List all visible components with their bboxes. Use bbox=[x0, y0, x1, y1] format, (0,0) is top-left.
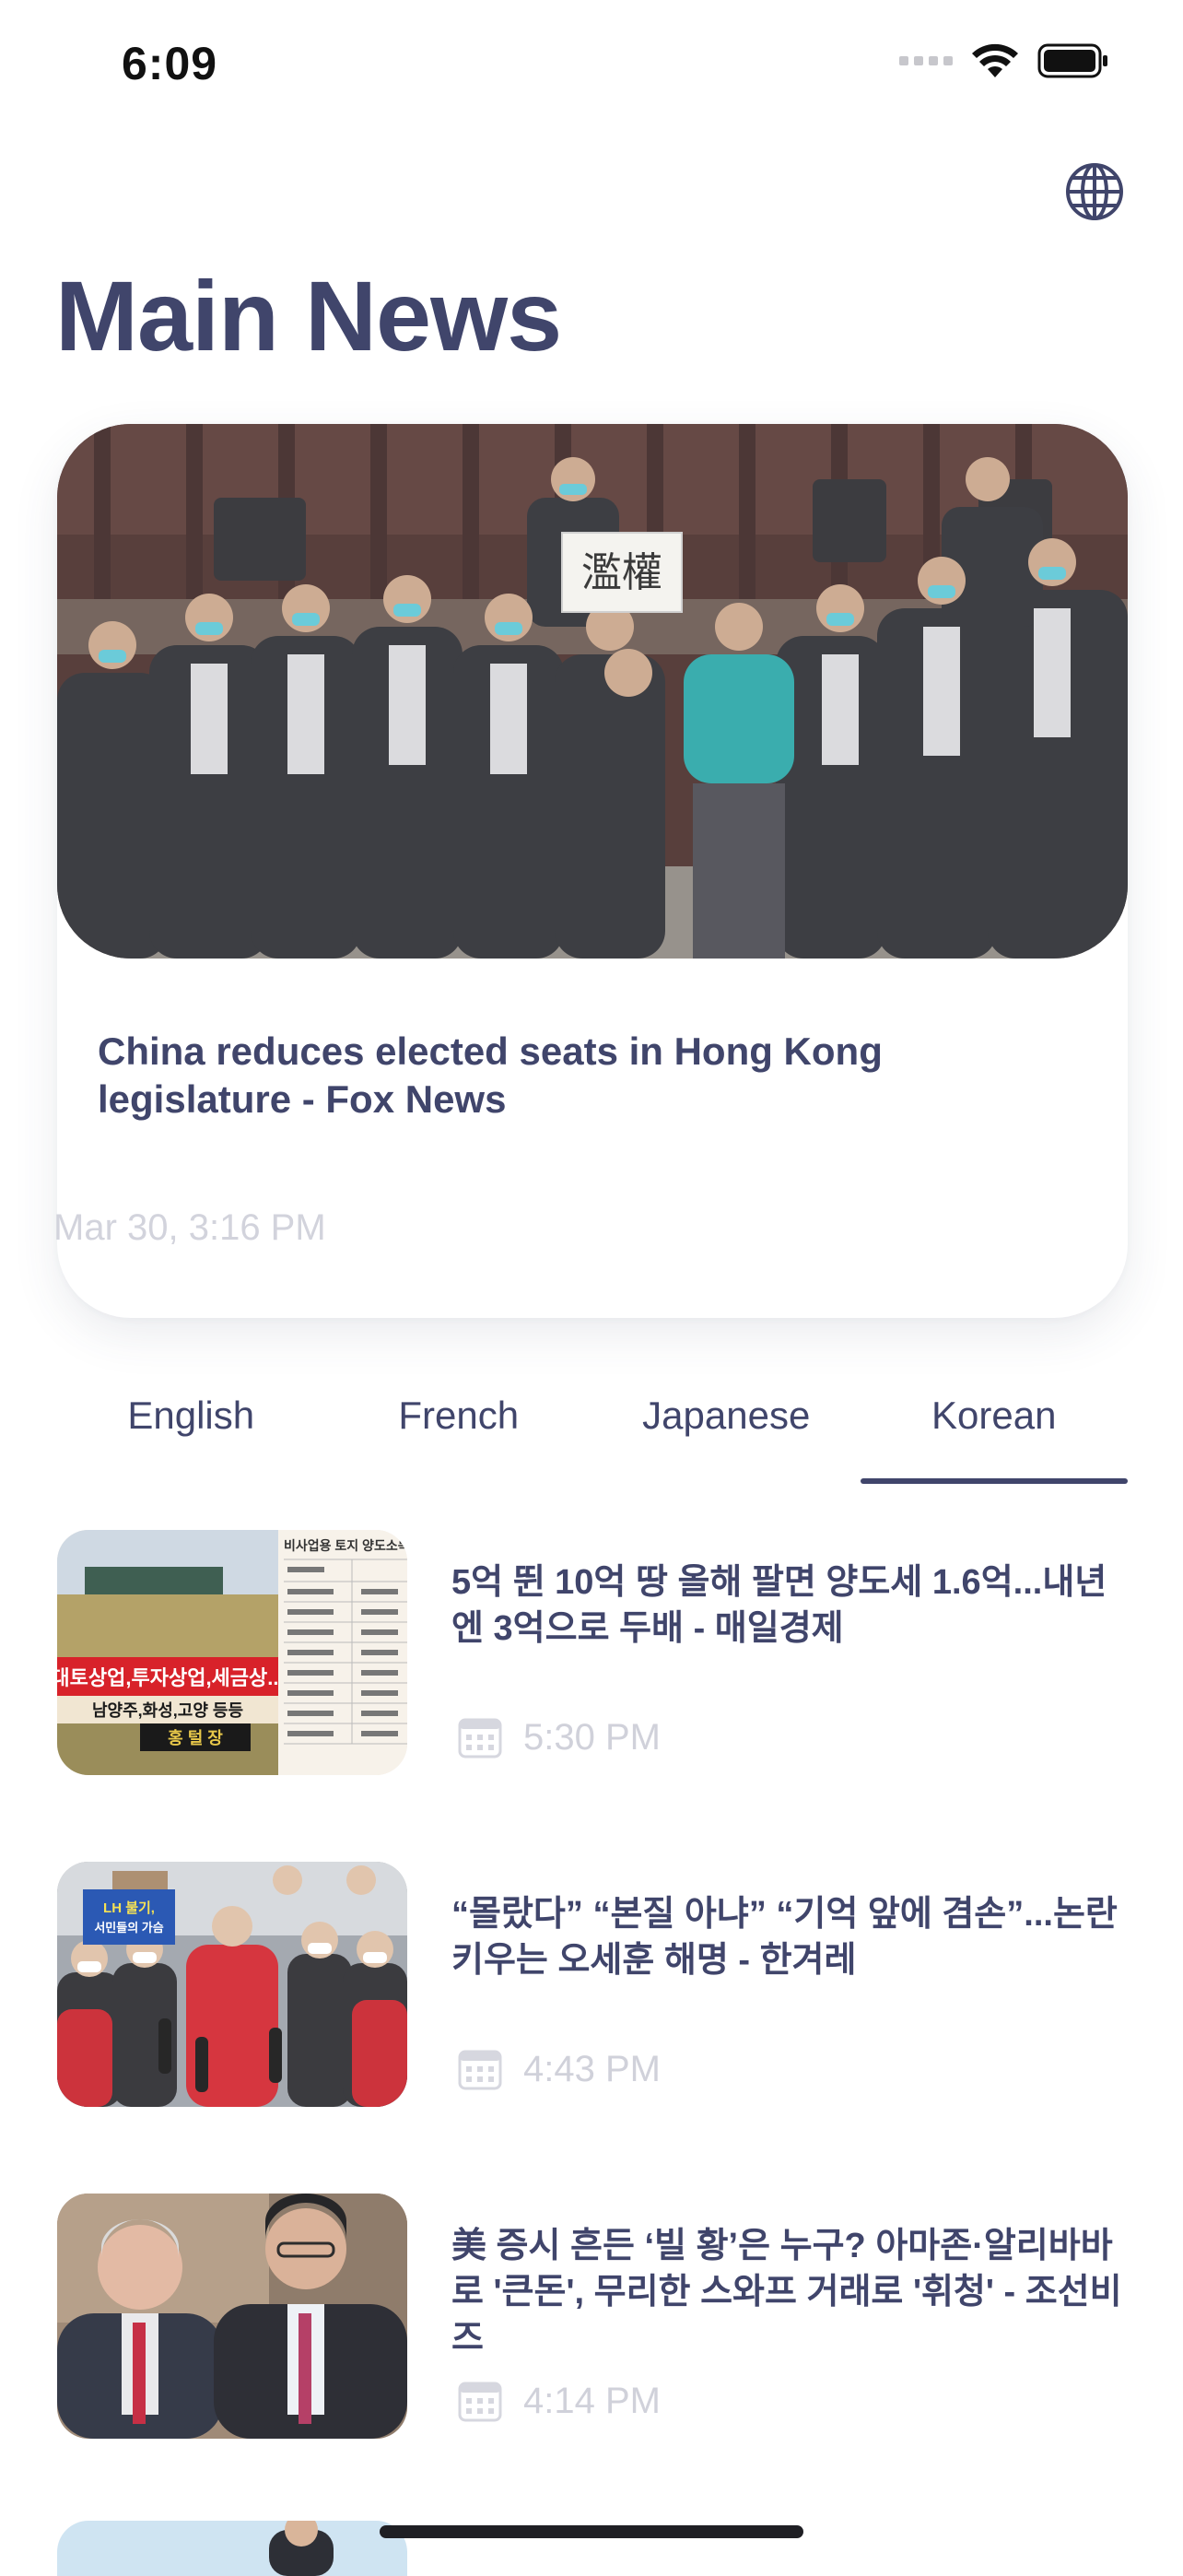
tab-english[interactable]: English bbox=[57, 1382, 325, 1484]
news-time: 5:30 PM bbox=[523, 1716, 661, 1758]
status-bar: 6:09 bbox=[0, 0, 1183, 129]
tab-french[interactable]: French bbox=[325, 1382, 593, 1484]
news-thumbnail bbox=[57, 2194, 407, 2439]
news-thumbnail-partial bbox=[57, 2521, 407, 2576]
status-icons bbox=[899, 42, 1109, 79]
tab-japanese[interactable]: Japanese bbox=[592, 1382, 861, 1484]
news-meta: 4:14 PM bbox=[457, 2378, 661, 2424]
cellular-signal-icon bbox=[899, 56, 953, 65]
language-tabs: English French Japanese Korean bbox=[57, 1382, 1128, 1484]
page-title: Main News bbox=[55, 260, 562, 371]
news-list: 대토상업,투자상업,세금상... 남양주,화성,고양 등등 홍 털 장 비사업용… bbox=[57, 1530, 1128, 2525]
globe-icon bbox=[1066, 163, 1123, 220]
news-thumbnail: 대토상업,투자상업,세금상... 남양주,화성,고양 등등 홍 털 장 비사업용… bbox=[57, 1530, 407, 1775]
news-meta: 5:30 PM bbox=[457, 1714, 661, 1760]
svg-text:비사업용 토지 양도소득: 비사업용 토지 양도소득 bbox=[284, 1538, 407, 1553]
news-meta: 4:43 PM bbox=[457, 2046, 661, 2092]
news-item[interactable]: LH 불기, 서민들의 가슴 “몰랐다” “본질 아냐” “기억 앞에 겸손”.… bbox=[57, 1862, 1128, 2194]
language-button[interactable] bbox=[1061, 159, 1128, 225]
wifi-icon bbox=[972, 43, 1018, 77]
news-item[interactable]: 대토상업,투자상업,세금상... 남양주,화성,고양 등등 홍 털 장 비사업용… bbox=[57, 1530, 1128, 1862]
news-title: 美 증시 흔든 ‘빌 황’은 누구? 아마존·알리바바로 '큰돈', 무리한 스… bbox=[451, 2227, 1122, 2358]
news-title: 5억 뛴 10억 땅 올해 팔면 양도세 1.6억...내년엔 3억으로 두배 … bbox=[451, 1563, 1107, 1648]
svg-text:대토상업,투자상업,세금상...: 대토상업,투자상업,세금상... bbox=[57, 1666, 285, 1689]
featured-news-title: China reduces elected seats in Hong Kong… bbox=[98, 1029, 883, 1121]
svg-text:홍 털 장: 홍 털 장 bbox=[168, 1728, 223, 1747]
calendar-icon bbox=[458, 1718, 502, 1759]
news-thumbnail: LH 불기, 서민들의 가슴 bbox=[57, 1862, 407, 2107]
featured-news-date: Mar 30, 3:16 PM bbox=[53, 1207, 326, 1248]
news-title: “몰랐다” “본질 아냐” “기억 앞에 겸손”...논란 키우는 오세훈 해명… bbox=[451, 1895, 1118, 1980]
status-time: 6:09 bbox=[122, 38, 218, 89]
news-time: 4:14 PM bbox=[523, 2380, 661, 2421]
news-time: 4:43 PM bbox=[523, 2048, 661, 2089]
calendar-icon bbox=[458, 2382, 502, 2422]
calendar-icon bbox=[458, 2050, 502, 2090]
svg-text:남양주,화성,고양 등등: 남양주,화성,고양 등등 bbox=[92, 1701, 243, 1720]
featured-news-card[interactable]: 濫權 China reduces elected seats in Hong K… bbox=[57, 424, 1128, 1318]
battery-icon bbox=[1037, 43, 1107, 78]
featured-news-image: 濫權 bbox=[57, 424, 1128, 959]
tab-korean[interactable]: Korean bbox=[860, 1382, 1129, 1484]
news-item[interactable]: 美 증시 흔든 ‘빌 황’은 누구? 아마존·알리바바로 '큰돈', 무리한 스… bbox=[57, 2194, 1128, 2525]
home-indicator[interactable] bbox=[380, 2525, 803, 2538]
